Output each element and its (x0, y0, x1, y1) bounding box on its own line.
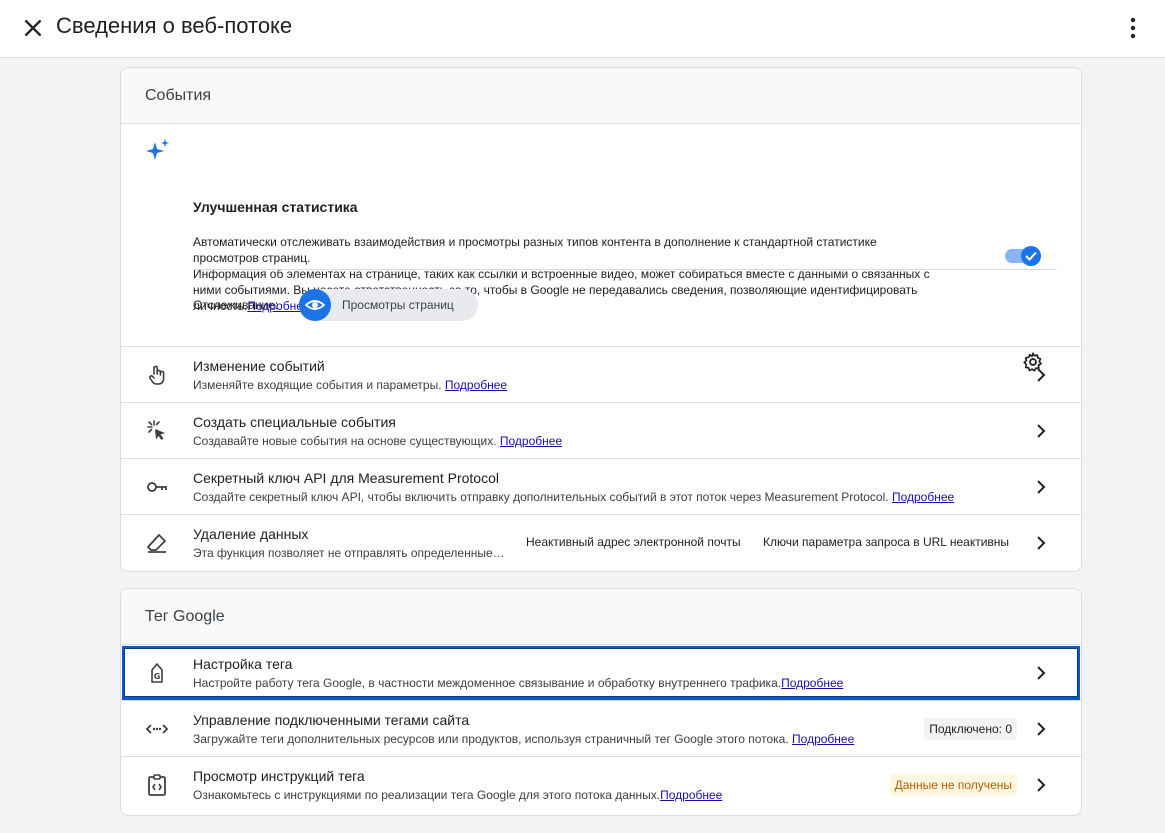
enhanced-toggle[interactable] (1005, 246, 1043, 266)
learn-more-link[interactable]: Подробнее (660, 788, 722, 802)
clipboard-code-icon (148, 774, 166, 796)
eye-icon (304, 300, 326, 310)
chevron-right-icon (1037, 480, 1046, 494)
divider (193, 269, 1057, 270)
touch-icon (149, 365, 165, 385)
cursor-click-icon (147, 420, 165, 440)
row-description: Эта функция позволяет не отправлять опре… (193, 546, 505, 560)
configure-tag-row[interactable]: G Настройка тега Настройте работу тега G… (121, 645, 1081, 701)
data-redaction-row[interactable]: Удаление данных Эта функция позволяет не… (121, 515, 1081, 571)
learn-more-link[interactable]: Подробнее (781, 676, 843, 690)
page-views-chip[interactable]: Просмотры страниц (299, 289, 478, 321)
code-arrows-icon (145, 724, 169, 734)
chevron-right-icon (1037, 778, 1046, 792)
email-status-chip: Неактивный адрес электронной почты (526, 535, 741, 549)
eraser-icon (147, 534, 166, 553)
check-icon (1025, 251, 1037, 261)
enhanced-title: Улучшенная статистика (193, 199, 358, 215)
page-views-chip-label: Просмотры страниц (342, 298, 454, 312)
row-title: Удаление данных (193, 526, 309, 542)
row-title: Просмотр инструкций тега (193, 768, 365, 784)
sparkle-icon (146, 139, 169, 160)
learn-more-link[interactable]: Подробнее (445, 378, 507, 392)
row-description: Создавайте новые события на основе сущес… (193, 434, 563, 448)
chevron-right-icon (1037, 722, 1046, 736)
tracking-label: Отслеживание: (193, 298, 279, 312)
chevron-right-icon (1037, 666, 1046, 680)
row-title: Управление подключенными тегами сайта (193, 712, 470, 728)
google-tag-card: Тег Google G Настройка тега Настройте ра… (120, 588, 1082, 816)
chevron-right-icon (1037, 536, 1046, 550)
google-tag-icon: G (151, 663, 163, 683)
row-description: Загружайте теги дополнительных ресурсов … (193, 732, 855, 746)
learn-more-link[interactable]: Подробнее (892, 490, 954, 504)
connected-count-badge: Подключено: 0 (924, 718, 1017, 740)
google-tag-card-title: Тег Google (121, 589, 1081, 645)
create-custom-events-row[interactable]: Создать специальные события Создавайте н… (121, 403, 1081, 459)
row-description: Настройте работу тега Google, в частност… (193, 676, 844, 690)
enhanced-desc-line: Автоматически отслеживать взаимодействия… (193, 235, 877, 249)
chevron-right-icon (1037, 424, 1046, 438)
svg-text:G: G (154, 672, 161, 681)
row-title: Изменение событий (193, 358, 325, 374)
events-card: События Улучшенная статистика Автоматиче… (120, 67, 1082, 572)
key-icon (147, 482, 167, 492)
learn-more-link[interactable]: Подробнее (792, 732, 854, 746)
row-title: Создать специальные события (193, 414, 396, 430)
row-description: Создайте секретный ключ API, чтобы включ… (193, 490, 955, 504)
more-vert-icon[interactable] (1121, 14, 1145, 42)
manage-connected-tags-row[interactable]: Управление подключенными тегами сайта За… (121, 701, 1081, 757)
row-title: Настройка тега (193, 656, 293, 672)
status-badge: Данные не получены (889, 774, 1017, 796)
top-app-bar: Сведения о веб-потоке (0, 0, 1165, 58)
chevron-right-icon (1037, 368, 1046, 382)
row-title: Секретный ключ API для Measurement Proto… (193, 470, 499, 486)
row-description: Изменяйте входящие события и параметры. … (193, 378, 508, 392)
enhanced-measurement-section: Улучшенная статистика Автоматически отсл… (121, 124, 1081, 372)
events-card-title: События (121, 68, 1081, 124)
close-icon[interactable] (20, 15, 46, 41)
enhanced-desc-line: просмотров страниц. (193, 251, 311, 265)
view-tag-instructions-row[interactable]: Просмотр инструкций тега Ознакомьтесь с … (121, 757, 1081, 813)
row-description: Ознакомьтесь с инструкциями по реализаци… (193, 788, 723, 802)
url-params-status-chip: Ключи параметра запроса в URL неактивны (763, 535, 1010, 549)
page-title: Сведения о веб-потоке (56, 13, 293, 38)
learn-more-link[interactable]: Подробнее (500, 434, 562, 448)
measurement-protocol-row[interactable]: Секретный ключ API для Measurement Proto… (121, 459, 1081, 515)
modify-events-row[interactable]: Изменение событий Изменяйте входящие соб… (121, 347, 1081, 403)
